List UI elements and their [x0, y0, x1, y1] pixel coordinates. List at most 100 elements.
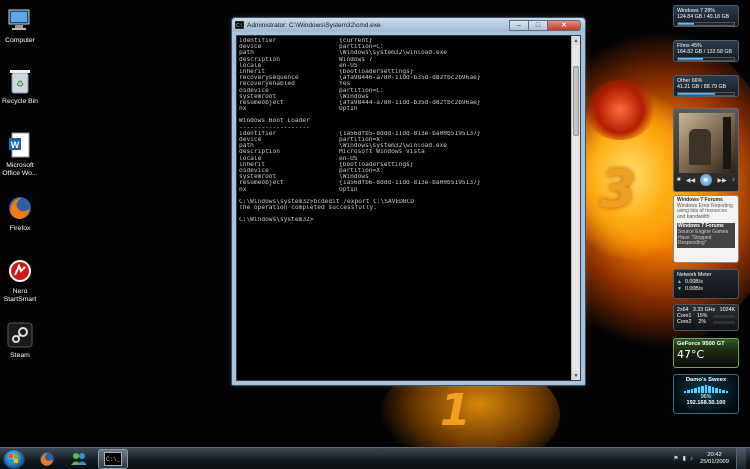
- next-icon[interactable]: ▶▶: [718, 177, 727, 184]
- desktop-icon-steam[interactable]: Steam: [0, 321, 40, 360]
- console-area[interactable]: identifier {current} device partition=C: pat…: [236, 35, 581, 381]
- taskbar-firefox-button[interactable]: [32, 449, 62, 469]
- close-icon: ✕: [561, 22, 567, 29]
- cmd-icon: C:\_: [104, 452, 122, 466]
- system-clock[interactable]: 20:42 25/01/2009: [700, 452, 729, 466]
- minimize-button[interactable]: –: [509, 19, 529, 31]
- action-center-flag-icon[interactable]: ⚑: [673, 455, 678, 462]
- drive-meter-gadget[interactable]: Films 45% 164.82 GB / 132.58 GB: [673, 40, 739, 62]
- console-value: \Windows: [339, 93, 369, 100]
- play-icon[interactable]: ▶: [700, 174, 713, 186]
- desktop-icon-label: Firefox: [9, 225, 31, 232]
- network-meter-title: Network Meter: [677, 272, 712, 278]
- close-button[interactable]: ✕: [547, 19, 581, 31]
- desktop-icon-firefox[interactable]: Firefox: [0, 194, 40, 233]
- system-tray: ⚑ ▮ ♪ 20:42 25/01/2009: [673, 448, 750, 469]
- drive-usage-bar: [677, 92, 735, 96]
- arrow-up-icon: ▲: [573, 37, 579, 44]
- console-value: {1a56dfb6-8ddd-11dd-813e-ba00b5195137}: [339, 180, 481, 187]
- drive-meter-gadget[interactable]: Windows 7 28% 124.84 GB / 40.18 GB: [673, 5, 739, 27]
- scroll-up-button[interactable]: ▲: [572, 36, 580, 45]
- volume-icon[interactable]: ♪: [690, 456, 693, 462]
- feed-item[interactable]: Windows 7 Forums Windows Error Reporting…: [677, 197, 735, 220]
- drive-usage-bar: [677, 22, 735, 26]
- console-text: C:\Windows\system32>bcdedit /export C:\S…: [239, 198, 415, 205]
- wallpaper-dial-number: 3: [600, 160, 637, 220]
- console-value: en-US: [339, 155, 358, 162]
- gpu-name: GeForce 9500 GT: [677, 341, 725, 347]
- console-value: {afa98446-a780-11dd-b35d-d82fbc2b96ae}: [339, 75, 481, 82]
- volume-icon[interactable]: ♪: [732, 177, 735, 183]
- minimize-icon: –: [517, 21, 521, 29]
- steam-icon: [6, 321, 34, 349]
- console-key: nx: [239, 186, 247, 193]
- network-meter-gadget[interactable]: Network Meter ▲ 0.00B/s ▼ 0.00B/s: [673, 269, 739, 299]
- upload-arrow-icon: ▲: [677, 279, 682, 285]
- maximize-button[interactable]: □: [528, 19, 548, 31]
- wifi-signal-icon: [683, 385, 729, 393]
- network-icon[interactable]: ▮: [683, 455, 686, 462]
- console-value: {afa98444-a780-11dd-b35d-d82fbc2b96ae}: [339, 99, 481, 106]
- feed-headlines-gadget[interactable]: Windows 7 Forums Windows Error Reporting…: [673, 195, 739, 263]
- svg-text:W: W: [11, 140, 20, 150]
- previous-icon[interactable]: ◀◀: [686, 177, 695, 184]
- cpu-meter-gadget[interactable]: 2x64 3.33 GHz 1024K Core1 15% Core2 2%: [673, 304, 739, 331]
- drive-meter-gadget[interactable]: Other 66% 41.21 GB / 88.79 GB: [673, 75, 739, 97]
- svg-text:♻: ♻: [16, 79, 24, 89]
- scroll-down-button[interactable]: ▼: [572, 371, 580, 380]
- cmd-window[interactable]: C:\ Administrator: C:\Windows\System32\c…: [231, 17, 586, 386]
- taskbar-cmd-button[interactable]: C:\_: [98, 449, 128, 469]
- cpu-ram: 1024K: [719, 307, 735, 313]
- console-value: {bootloadersettings}: [339, 68, 414, 75]
- console-value: Yes: [339, 81, 351, 88]
- console-value: {1a56dfb5-8ddd-11dd-813e-ba00b5195137}: [339, 130, 481, 137]
- wifi-signal-gadget[interactable]: Damo's Sweex 96% 192.168.50.100: [673, 374, 739, 414]
- desktop-icon-recycle-bin[interactable]: ♻ Recycle Bin: [0, 67, 40, 106]
- firefox-icon: [6, 194, 34, 222]
- messenger-icon: [71, 453, 87, 465]
- clock-time: 20:42: [707, 451, 722, 458]
- core-label: Core2: [677, 319, 692, 325]
- desktop-icon-computer[interactable]: Computer: [0, 6, 40, 45]
- console-value: {current}: [339, 38, 373, 44]
- gpu-temperature: 47°C: [677, 348, 705, 361]
- console-value: en-US: [339, 62, 358, 69]
- desktop-icon-label: Steam: [10, 352, 30, 359]
- core-usage: 2%: [698, 319, 707, 325]
- taskbar-messenger-button[interactable]: [64, 449, 94, 469]
- gpu-temperature-gadget[interactable]: GeForce 9500 GT 47°C: [673, 338, 739, 368]
- drive-usage: 164.82 GB / 132.58 GB: [677, 49, 733, 55]
- feed-item-body: Source Engine Games Have "Stopped Respon…: [678, 228, 729, 247]
- download-speed: 0.00B/s: [684, 286, 703, 292]
- window-titlebar[interactable]: C:\ Administrator: C:\Windows\System32\c…: [232, 18, 585, 32]
- window-title: Administrator: C:\Windows\System32\cmd.e…: [247, 21, 381, 29]
- wallpaper-glow: [585, 80, 655, 140]
- drive-usage: 41.21 GB / 88.79 GB: [677, 84, 727, 90]
- taskbar: C:\_ ⚑ ▮ ♪ 20:42 25/01/2009: [0, 447, 750, 469]
- console-value: \Windows\system32\winload.exe: [339, 143, 448, 150]
- wallpaper-dial-number: 1: [440, 385, 471, 436]
- console-value: partition=C:: [339, 44, 384, 51]
- core-usage-bar: [712, 315, 735, 318]
- drive-usage: 124.84 GB / 40.18 GB: [677, 14, 730, 20]
- desktop-icon-office-word[interactable]: W Microsoft Office Wo...: [0, 131, 40, 178]
- word-document-icon: W: [6, 131, 34, 159]
- console-value: partition=X:: [339, 167, 384, 174]
- maximize-icon: □: [535, 21, 541, 29]
- console-output: identifier {current} device partition=C: pat…: [239, 38, 568, 380]
- stop-icon[interactable]: ■: [677, 177, 681, 183]
- console-text: C:\Windows\system32>: [239, 217, 314, 224]
- desktop-icon-label: Nero StartSmart: [3, 288, 37, 303]
- windows-logo-icon: [9, 454, 18, 463]
- console-value: Windows 7: [339, 56, 373, 63]
- firefox-icon: [40, 452, 54, 466]
- wifi-ip-address: 192.168.50.100: [686, 400, 726, 406]
- start-button[interactable]: [3, 449, 25, 469]
- show-desktop-button[interactable]: [736, 448, 746, 469]
- desktop-icon-nero[interactable]: Nero StartSmart: [0, 257, 40, 304]
- feed-item[interactable]: Windows 7 Forums Source Engine Games Hav…: [677, 223, 735, 248]
- scrollbar-thumb[interactable]: [573, 66, 579, 136]
- media-player-gadget[interactable]: ■ ◀◀ ▶ ▶▶ ♪: [673, 108, 739, 192]
- vertical-scrollbar[interactable]: ▲ ▼: [571, 36, 580, 380]
- download-arrow-icon: ▼: [677, 286, 682, 292]
